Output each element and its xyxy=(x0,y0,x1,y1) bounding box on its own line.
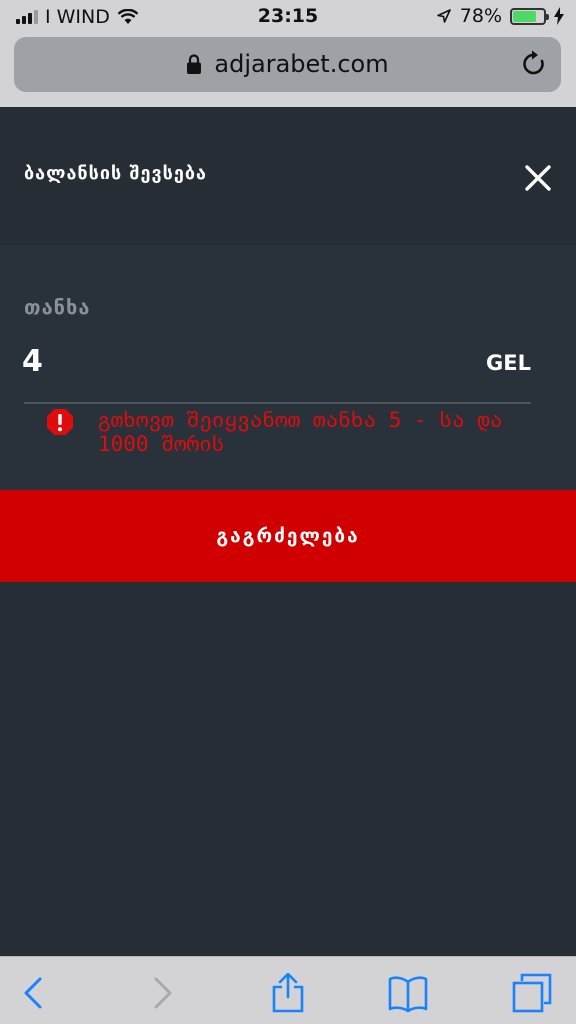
bookmarks-icon[interactable] xyxy=(388,973,428,1013)
battery-level xyxy=(513,10,537,22)
status-right: 78% xyxy=(436,5,564,27)
forward-icon[interactable] xyxy=(142,973,182,1013)
modal-header: ბალანსის შევსება xyxy=(0,107,576,245)
modal-title: ბალანსის შევსება xyxy=(24,163,207,184)
amount-label: თანხა xyxy=(24,295,91,319)
close-icon[interactable] xyxy=(522,162,554,194)
battery-icon xyxy=(510,7,549,25)
deposit-form: თანხა GEL გთხოვთ შეიყვანოთ თანხა 5 - სა … xyxy=(0,245,576,490)
tabs-icon[interactable] xyxy=(512,973,552,1013)
amount-input[interactable] xyxy=(22,341,422,381)
browser-toolbar xyxy=(0,956,576,1024)
continue-button[interactable]: გაგრძელება xyxy=(0,490,576,582)
status-bar: I WIND 23:15 78% xyxy=(0,0,576,34)
location-arrow-icon xyxy=(436,9,451,23)
address-content: adjarabet.com xyxy=(14,50,561,78)
back-icon[interactable] xyxy=(14,973,54,1013)
address-bar[interactable]: adjarabet.com xyxy=(14,37,561,92)
url-text: adjarabet.com xyxy=(214,50,389,78)
error-message-row: გთხოვთ შეიყვანოთ თანხა 5 - სა და 1000 შო… xyxy=(46,408,546,456)
charging-bolt-icon xyxy=(554,7,564,25)
error-octagon-icon xyxy=(47,409,73,435)
error-message: გთხოვთ შეიყვანოთ თანხა 5 - სა და 1000 შო… xyxy=(98,408,503,456)
lock-icon xyxy=(187,54,202,74)
share-icon[interactable] xyxy=(268,973,308,1013)
reload-icon[interactable] xyxy=(521,50,547,78)
input-underline xyxy=(24,402,531,404)
browser-address-area: adjarabet.com xyxy=(0,34,576,107)
battery-percent: 78% xyxy=(459,5,502,27)
currency-label: GEL xyxy=(486,351,531,375)
modal-empty-area xyxy=(0,582,576,956)
